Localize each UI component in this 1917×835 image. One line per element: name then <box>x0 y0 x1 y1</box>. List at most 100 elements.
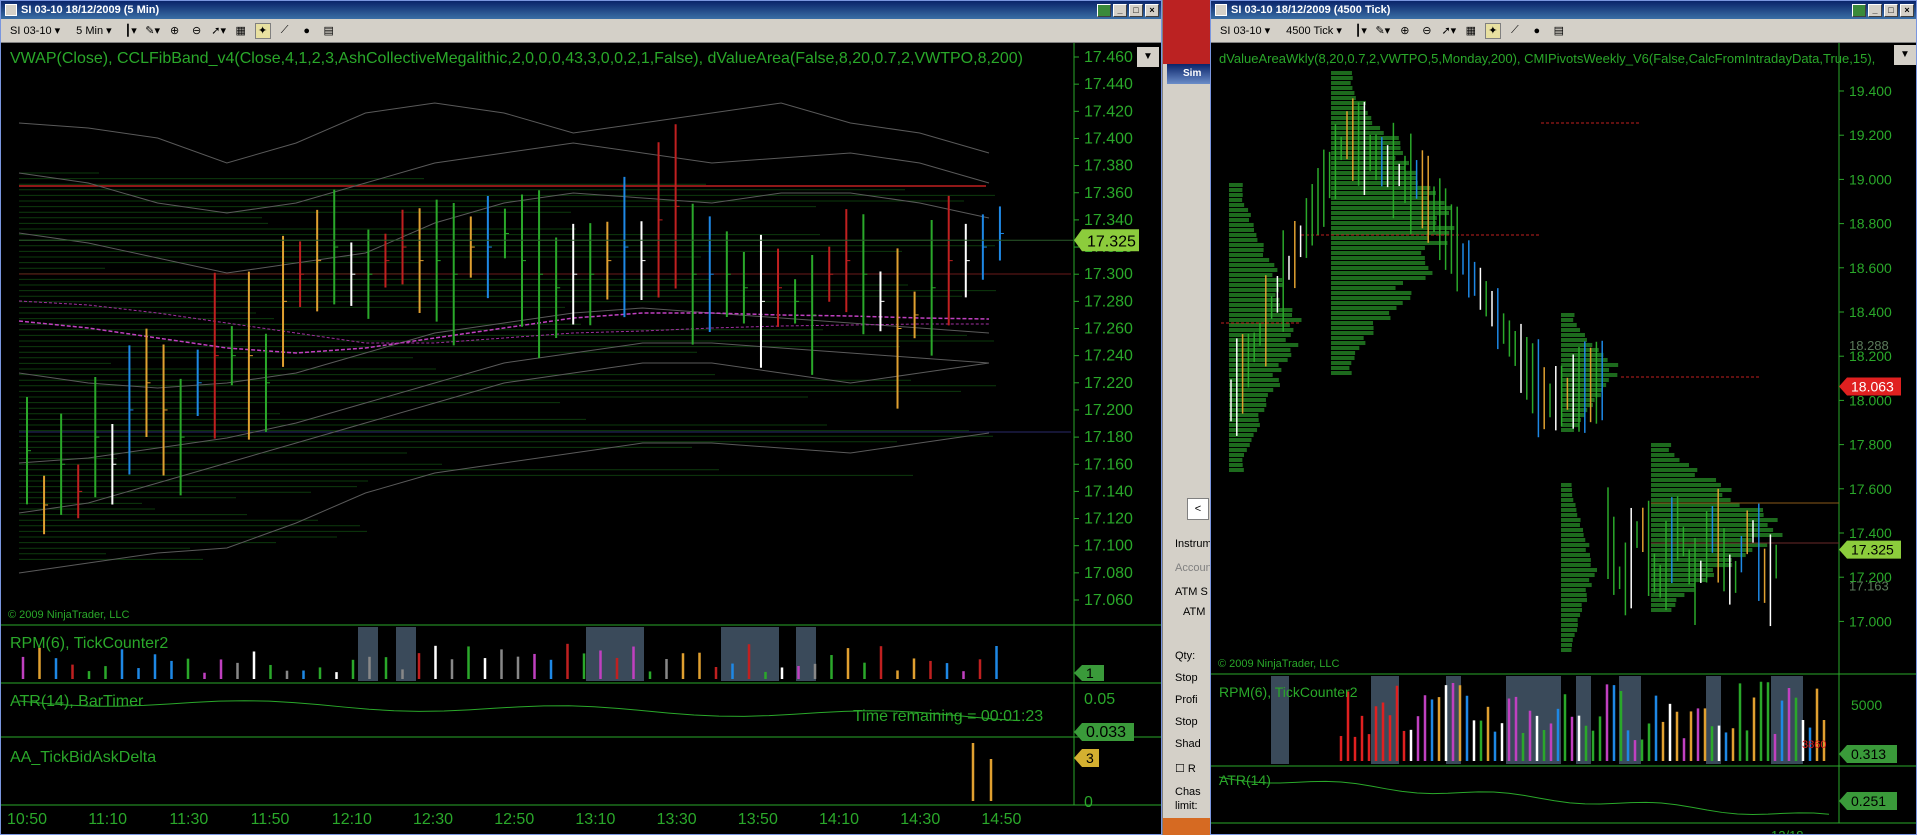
volume-profile-bar <box>1331 301 1403 305</box>
volume-profile-bar <box>1229 263 1275 267</box>
zoom-out-icon-right[interactable]: ⊖ <box>1419 23 1435 39</box>
strategy-icon-right[interactable]: ● <box>1529 23 1545 39</box>
data-box-icon[interactable]: ▤ <box>321 23 337 39</box>
interval-select-right[interactable]: 4500 Tick ▾ <box>1281 22 1347 39</box>
bar-type-icon-right[interactable]: ┃▾ <box>1353 23 1369 39</box>
volume-profile-bar <box>1229 413 1259 417</box>
volume-profile-bar <box>1561 553 1590 557</box>
volume-profile-bar <box>1229 243 1264 247</box>
volume-profile-bar <box>1331 371 1352 375</box>
price-tick-label: 17.440 <box>1084 76 1133 93</box>
volume-profile-bar <box>1651 453 1675 457</box>
last-price-label: 17.325 <box>1087 233 1136 250</box>
profit-label: Profi <box>1175 694 1198 706</box>
indicators-icon[interactable]: ⟋ <box>277 23 293 39</box>
volume-profile-bar <box>1561 578 1590 582</box>
bar-type-icon[interactable]: ┃▾ <box>123 23 139 39</box>
strategy-icon[interactable]: ● <box>299 23 315 39</box>
volume-profile-bar <box>1229 233 1257 237</box>
maximize-button-right[interactable]: □ <box>1884 3 1898 17</box>
minimize-button[interactable]: _ <box>1113 3 1127 17</box>
volume-profile-bar <box>1561 508 1577 512</box>
properties-icon[interactable]: ▦ <box>233 23 249 39</box>
right-price-tick-label: 17.600 <box>1849 481 1892 497</box>
shadow-label: Shad <box>1175 738 1201 750</box>
price-tick-label: 17.120 <box>1084 511 1133 528</box>
price-tick-label: 17.220 <box>1084 375 1133 392</box>
instrument-select-right[interactable]: SI 03-10 ▾ <box>1215 22 1276 39</box>
time-tick-label: 11:10 <box>88 811 127 828</box>
price-tick-label: 17.160 <box>1084 456 1133 473</box>
instrument-select[interactable]: SI 03-10 ▾ <box>5 22 66 39</box>
close-button[interactable]: × <box>1145 3 1159 17</box>
right-chart-canvas[interactable]: 19.400 19.200 19.000 18.800 18.600 18.400 18.2… <box>1211 43 1916 834</box>
right-rpm-value: 0.313 <box>1851 746 1886 762</box>
zoom-in-icon-right[interactable]: ⊕ <box>1397 23 1413 39</box>
indicators-icon-right[interactable]: ⟋ <box>1507 23 1523 39</box>
minimize-button-right[interactable]: _ <box>1868 3 1882 17</box>
volume-profile-bar <box>1331 286 1396 290</box>
right-price-tick-label: 18.400 <box>1849 304 1892 320</box>
right-title-bar[interactable]: SI 03-10 18/12/2009 (4500 Tick) _ □ × <box>1211 1 1916 19</box>
link-icon-right[interactable] <box>1852 3 1866 17</box>
volume-profile-bar <box>1331 71 1352 75</box>
volume-profile-bar <box>1561 643 1572 647</box>
volume-profile-bar <box>1331 281 1403 285</box>
collapse-button[interactable]: < <box>1187 498 1209 520</box>
left-copyright: © 2009 NinjaTrader, LLC <box>8 609 130 621</box>
volume-profile-bar <box>1651 588 1695 592</box>
volume-profile-bar <box>1561 483 1572 487</box>
delta-panel-label: AA_TickBidAskDelta <box>10 749 157 766</box>
delta-value: 3 <box>1086 750 1094 766</box>
pencil-icon[interactable]: ✎▾ <box>145 23 161 39</box>
volume-profile-bar <box>1229 393 1268 397</box>
sim-window-title[interactable]: Sim <box>1167 64 1211 84</box>
limit-label: limit: <box>1175 800 1198 812</box>
maximize-button[interactable]: □ <box>1129 3 1143 17</box>
pointer-icon[interactable]: ➚▾ <box>211 23 227 39</box>
left-title-bar[interactable]: SI 03-10 18/12/2009 (5 Min) _ □ × <box>1 1 1161 19</box>
crosshair-icon[interactable]: ✦ <box>254 22 271 39</box>
crosshair-icon-right[interactable]: ✦ <box>1484 22 1501 39</box>
right-atr-line <box>1218 776 1830 816</box>
volume-profile-bar <box>1331 211 1449 215</box>
volume-profile-bar <box>1561 328 1581 332</box>
link-icon[interactable] <box>1097 3 1111 17</box>
close-button-right[interactable]: × <box>1900 3 1914 17</box>
last-price-marker-right-label: 17.325 <box>1851 542 1894 558</box>
price-tick-label: 17.360 <box>1084 185 1133 202</box>
volume-profile-bar <box>1331 291 1412 295</box>
price-tick-label: 17.260 <box>1084 321 1133 338</box>
zoom-out-icon[interactable]: ⊖ <box>189 23 205 39</box>
chart-dropdown-icon-right[interactable]: ▼ <box>1894 45 1916 65</box>
left-chart-window: SI 03-10 18/12/2009 (5 Min) _ □ × SI 03-… <box>0 0 1162 835</box>
right-price-tick-label: 17.400 <box>1849 525 1892 541</box>
volume-profile-bar <box>1561 428 1575 432</box>
volume-profile-bar <box>1651 583 1695 587</box>
volume-profile-bar <box>1561 423 1579 427</box>
right-indicator-label: dValueAreaWkly(8,20,0.7,2,VWTPO,5,Monday… <box>1219 51 1876 66</box>
reverse-checkbox[interactable]: ☐ R <box>1175 762 1196 775</box>
interval-select[interactable]: 5 Min ▾ <box>71 22 117 39</box>
properties-icon-right[interactable]: ▦ <box>1463 23 1479 39</box>
volume-profile-bar <box>1651 448 1669 452</box>
volume-profile-bar <box>1561 343 1593 347</box>
right-price-tick-label: 19.200 <box>1849 127 1892 143</box>
zoom-in-icon[interactable]: ⊕ <box>167 23 183 39</box>
volume-profile-bar <box>1331 191 1436 195</box>
volume-profile-bar <box>1331 186 1431 190</box>
atm-group-label: ATM <box>1183 606 1206 618</box>
chart-dropdown-icon[interactable]: ▼ <box>1137 47 1159 67</box>
data-box-icon-right[interactable]: ▤ <box>1551 23 1567 39</box>
volume-profile-bar <box>1651 483 1721 487</box>
volume-profile-bar <box>1229 433 1254 437</box>
volume-profile-bar <box>1651 543 1768 547</box>
pointer-icon-right[interactable]: ➚▾ <box>1441 23 1457 39</box>
pencil-icon-right[interactable]: ✎▾ <box>1375 23 1391 39</box>
volume-profile-bar <box>1229 253 1263 257</box>
time-tick-label: 10:50 <box>7 811 47 828</box>
volume-profile-bar <box>1561 498 1574 502</box>
volume-profile-bar <box>1331 231 1450 235</box>
grey-marker-label: 18.288 <box>1849 338 1889 353</box>
volume-profile-bar <box>1331 196 1428 200</box>
